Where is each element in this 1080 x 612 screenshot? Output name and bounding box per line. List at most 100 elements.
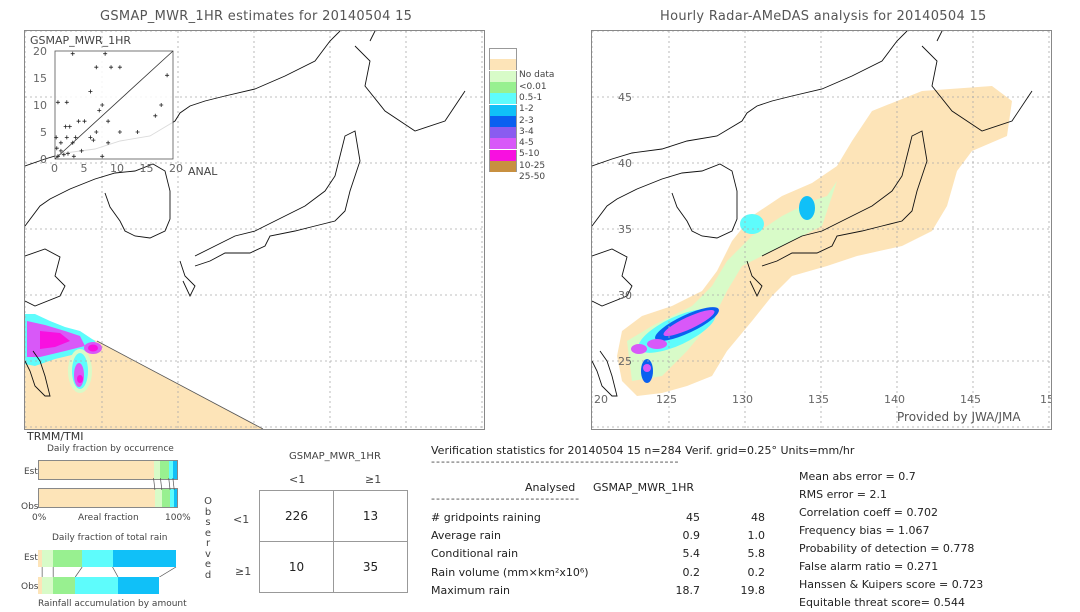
bar-segment bbox=[39, 461, 154, 479]
score-row: Correlation coeff = 0.702 bbox=[799, 506, 938, 519]
precip-area bbox=[88, 344, 98, 352]
occurrence-x-right: 100% bbox=[165, 513, 191, 523]
legend-swatch bbox=[489, 70, 517, 82]
longitude-label: 15 bbox=[1040, 393, 1051, 406]
bar-segment bbox=[42, 577, 54, 594]
score-row: False alarm ratio = 0.271 bbox=[799, 560, 939, 573]
coastline bbox=[369, 31, 376, 42]
precip-area bbox=[799, 196, 815, 220]
score-row: Mean abs error = 0.7 bbox=[799, 470, 916, 483]
precip-area bbox=[643, 364, 651, 372]
score-row: Probability of detection = 0.778 bbox=[799, 542, 975, 555]
inset-y-tick: 0 bbox=[40, 153, 47, 166]
coastline bbox=[179, 260, 196, 298]
rain-est-bar bbox=[38, 550, 176, 567]
stat-row-label: Average rain bbox=[431, 529, 501, 543]
legend-label: <0.01 bbox=[519, 81, 547, 92]
stat-row-label: Maximum rain bbox=[431, 583, 510, 597]
coastline bbox=[936, 31, 943, 42]
stat-row-label: # gridpoints raining bbox=[431, 511, 541, 524]
precip-area bbox=[647, 339, 667, 349]
score-row: Hanssen & Kuipers score = 0.723 bbox=[799, 578, 984, 591]
inset-x-tick: 20 bbox=[169, 162, 183, 175]
legend-swatch bbox=[489, 104, 517, 116]
latitude-label: 30 bbox=[618, 289, 632, 302]
connector-line bbox=[112, 567, 119, 577]
coastline bbox=[592, 163, 738, 239]
legend-swatch bbox=[489, 81, 517, 93]
legend-label: No data bbox=[519, 70, 555, 81]
legend-swatch bbox=[489, 161, 517, 172]
connector-line bbox=[74, 567, 83, 577]
bar-segment bbox=[161, 489, 171, 507]
bar-segment bbox=[75, 577, 119, 594]
stat-row-estimate: 48 bbox=[751, 511, 765, 524]
contingency-row-header-ge1: ≥1 bbox=[235, 565, 252, 578]
table-divider: ------------------------------ bbox=[431, 492, 581, 505]
inset-xlabel: ANAL bbox=[188, 165, 218, 178]
latitude-label: 40 bbox=[618, 157, 632, 170]
occurrence-est-label: Est bbox=[24, 467, 38, 477]
contingency-row-header-lt1: <1 bbox=[233, 513, 250, 526]
occurrence-obs-bar bbox=[38, 488, 178, 508]
right-map-canvas bbox=[592, 31, 1051, 429]
rain-est-label: Est bbox=[24, 553, 38, 563]
stat-row-estimate: 19.8 bbox=[740, 583, 766, 597]
inset-x-tick: 15 bbox=[139, 162, 154, 175]
contingency-cell-obs-ge1-est-ge1: 35 bbox=[333, 541, 408, 593]
bar-segment bbox=[118, 577, 160, 594]
rain-obs-label: Obs bbox=[21, 582, 39, 592]
longitude-label: 145 bbox=[960, 393, 981, 406]
rain-obs-bar bbox=[38, 577, 176, 594]
observed-label-char: s bbox=[205, 517, 211, 528]
connector-line bbox=[172, 478, 175, 490]
contingency-col-header-ge1: ≥1 bbox=[365, 473, 382, 486]
stat-row-label: Conditional rain bbox=[431, 547, 519, 561]
score-row: Frequency bias = 1.067 bbox=[799, 524, 930, 537]
bar-segment bbox=[172, 461, 177, 479]
longitude-label: 125 bbox=[656, 393, 677, 406]
rain-chart-footer: Rainfall accumulation by amount bbox=[38, 599, 187, 609]
score-row: RMS error = 2.1 bbox=[799, 488, 887, 501]
rain-connectors bbox=[41, 567, 177, 577]
longitude-label: 20 bbox=[594, 393, 608, 406]
latitude-label: 45 bbox=[618, 91, 632, 104]
inset-x-tick: 5 bbox=[80, 162, 88, 175]
data-credit: Provided by JWA/JMA bbox=[897, 410, 1021, 424]
inset-x-tick: 10 bbox=[110, 162, 124, 175]
legend-label: 1-2 bbox=[519, 104, 534, 115]
legend-swatch bbox=[489, 93, 517, 105]
left-map: GSMAP_MWR_1HR ANAL 20 15 10 5 0 0 5 10 15 20 bbox=[24, 30, 485, 430]
precip-area bbox=[631, 344, 647, 354]
column-estimate: GSMAP_MWR_1HR bbox=[593, 481, 695, 494]
observed-label-char: e bbox=[204, 559, 212, 570]
contingency-cell-obs-lt1-est-lt1: 226 bbox=[259, 490, 334, 542]
legend-label: 5-10 bbox=[519, 149, 540, 160]
observed-label-char: d bbox=[204, 569, 212, 581]
occurrence-est-bar bbox=[38, 460, 178, 480]
bar-segment bbox=[53, 577, 76, 594]
stat-row-analysed: 0.2 bbox=[682, 565, 701, 579]
stat-row-estimate: 1.0 bbox=[747, 529, 766, 543]
stat-row-analysed: 45 bbox=[686, 511, 700, 524]
stat-row-analysed: 0.9 bbox=[682, 529, 701, 543]
legend-swatch bbox=[489, 48, 517, 60]
inset-y-tick: 20 bbox=[33, 45, 47, 58]
latitude-label: 35 bbox=[618, 223, 632, 236]
coastline bbox=[25, 248, 66, 307]
coastline bbox=[592, 350, 618, 397]
stat-row-estimate: 5.8 bbox=[747, 547, 766, 561]
longitude-label: 140 bbox=[884, 393, 905, 406]
inset-y-tick: 5 bbox=[40, 126, 47, 139]
inset-y-tick: 15 bbox=[33, 72, 47, 85]
observed-label-char: r bbox=[205, 538, 211, 549]
bar-segment bbox=[174, 489, 177, 507]
legend-label: 25-50 bbox=[519, 172, 546, 182]
occurrence-obs-label: Obs bbox=[21, 502, 39, 512]
observed-axis-label: Observed bbox=[203, 496, 213, 581]
satellite-label: TRMM/TMI bbox=[27, 430, 84, 443]
occurrence-x-left: 0% bbox=[32, 513, 47, 523]
rain-chart-title: Daily fraction of total rain bbox=[52, 533, 168, 543]
legend-swatch bbox=[489, 59, 517, 71]
legend-label: 0.5-1 bbox=[519, 92, 543, 103]
